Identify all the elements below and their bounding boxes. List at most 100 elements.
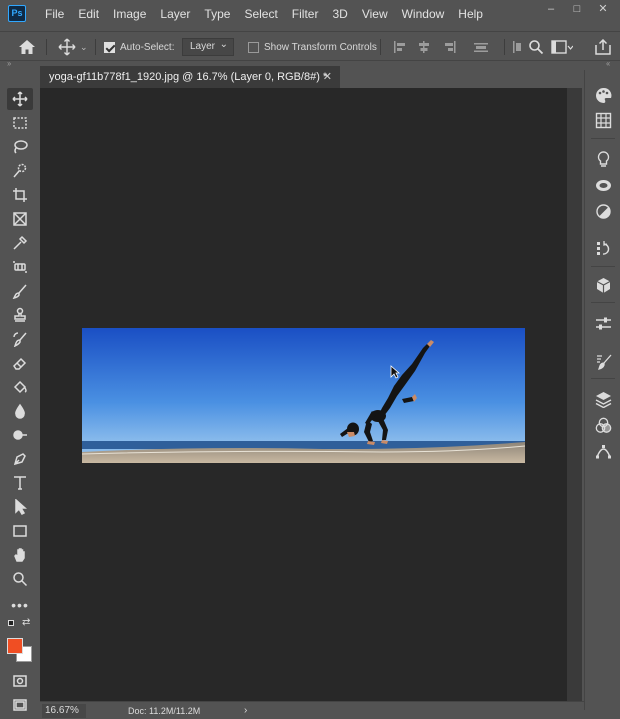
menu-window[interactable]: Window — [395, 0, 452, 28]
history-brush-tool[interactable] — [7, 328, 33, 350]
auto-select-target-dropdown[interactable]: Layer — [182, 32, 235, 62]
minimize-button[interactable]: – — [538, 0, 564, 18]
quick-select-tool[interactable] — [7, 160, 33, 182]
learn-panel-button[interactable] — [592, 148, 614, 170]
menu-help[interactable]: Help — [451, 0, 490, 28]
pen-tool[interactable] — [7, 448, 33, 470]
share-button[interactable] — [594, 32, 612, 62]
screen-mode-button[interactable] — [7, 694, 33, 716]
color-swatches — [7, 636, 33, 664]
paths-panel-icon — [595, 444, 611, 458]
show-transform-controls[interactable]: Show Transform Controls — [248, 32, 377, 62]
zoom-tool-icon — [13, 572, 28, 587]
swatches-panel-button[interactable] — [592, 109, 614, 131]
auto-select-checkbox-box[interactable] — [104, 41, 115, 53]
search-button[interactable] — [528, 32, 544, 62]
lasso-tool[interactable] — [7, 136, 33, 158]
paint-bucket-icon — [13, 380, 27, 394]
tools-panel: ••• ⇄ — [4, 86, 36, 711]
menu-3d[interactable]: 3D — [325, 0, 354, 28]
swap-colors-icon[interactable]: ⇄ — [22, 617, 30, 628]
layers-panel-button[interactable] — [592, 388, 614, 410]
maximize-button[interactable]: □ — [564, 0, 590, 18]
menu-view[interactable]: View — [355, 0, 395, 28]
tool-preset-picker[interactable]: ⌄ — [58, 32, 88, 62]
clone-stamp-tool[interactable] — [7, 304, 33, 326]
more-tools[interactable]: ••• — [7, 594, 33, 616]
vertical-scrollbar[interactable] — [567, 88, 582, 701]
auto-select-checkbox[interactable]: Auto-Select: — [104, 32, 174, 62]
type-tool-icon — [14, 476, 26, 490]
close-window-button[interactable]: ✕ — [590, 0, 616, 18]
frame-tool-icon — [13, 212, 27, 226]
menu-file[interactable]: File — [38, 0, 71, 28]
status-menu-arrow[interactable]: › — [244, 702, 247, 719]
path-selection-tool[interactable] — [7, 496, 33, 518]
menu-type[interactable]: Type — [197, 0, 237, 28]
status-bar: 16.67% Doc: 11.2M/11.2M › — [40, 701, 584, 719]
zoom-tool[interactable] — [7, 568, 33, 590]
channels-panel-icon — [595, 417, 611, 433]
workspace-button[interactable] — [551, 32, 573, 62]
dodge-tool-icon — [13, 430, 27, 440]
crop-tool[interactable] — [7, 184, 33, 206]
blur-tool[interactable] — [7, 400, 33, 422]
paint-bucket-tool[interactable] — [7, 376, 33, 398]
3d-panel-button[interactable] — [592, 274, 614, 296]
frame-tool[interactable] — [7, 208, 33, 230]
canvas-area[interactable] — [40, 88, 567, 701]
foreground-color-swatch[interactable] — [7, 638, 23, 654]
history-panel-button[interactable] — [592, 237, 614, 259]
auto-select-target-value[interactable]: Layer — [182, 37, 235, 56]
libraries-panel-button[interactable] — [592, 174, 614, 196]
document-tab[interactable]: yoga-gf11b778f1_1920.jpg @ 16.7% (Layer … — [40, 66, 340, 88]
adjustments-panel-button[interactable] — [592, 200, 614, 222]
screen-mode-icon — [13, 699, 27, 711]
type-tool[interactable] — [7, 472, 33, 494]
document-size: Doc: 11.2M/11.2M — [128, 706, 201, 716]
workspace-icon — [551, 40, 573, 54]
menu-select[interactable]: Select — [237, 0, 284, 28]
distribute-button[interactable] — [512, 32, 522, 62]
zoom-level-field[interactable]: 16.67% — [42, 704, 86, 718]
channels-panel-button[interactable] — [592, 414, 614, 436]
eraser-tool[interactable] — [7, 352, 33, 374]
collapse-left-icon[interactable]: ›› — [7, 59, 11, 68]
yoga-photo[interactable] — [82, 328, 525, 463]
menu-layer[interactable]: Layer — [153, 0, 197, 28]
more-tools-icon: ••• — [11, 597, 29, 613]
eyedropper-tool[interactable] — [7, 232, 33, 254]
marquee-tool[interactable] — [7, 112, 33, 134]
eraser-tool-icon — [13, 357, 27, 370]
quick-select-tool-icon — [13, 163, 27, 178]
options-bar: ⌄ Auto-Select: Layer Show Transform Cont… — [0, 31, 620, 61]
rectangle-tool[interactable] — [7, 520, 33, 542]
paths-panel-button[interactable] — [592, 440, 614, 462]
close-document-icon[interactable]: ✕ — [323, 66, 332, 88]
home-button[interactable] — [18, 32, 36, 62]
color-panel-button[interactable] — [592, 84, 614, 106]
brushes-panel-button[interactable] — [592, 350, 614, 372]
yoga-photo-art — [82, 328, 525, 463]
dodge-tool[interactable] — [7, 424, 33, 446]
swatches-panel-icon — [595, 112, 611, 128]
move-tool[interactable] — [7, 88, 33, 110]
lasso-tool-icon — [14, 140, 28, 154]
menu-bar: Ps File Edit Image Layer Type Select Fil… — [0, 0, 620, 28]
share-icon — [595, 39, 611, 55]
hand-tool[interactable] — [7, 544, 33, 566]
menu-image[interactable]: Image — [106, 0, 153, 28]
default-colors-icon[interactable] — [8, 620, 14, 626]
photoshop-logo: Ps — [8, 5, 26, 22]
search-icon — [529, 40, 544, 55]
brush-tool[interactable] — [7, 280, 33, 302]
healing-brush-tool[interactable] — [7, 256, 33, 278]
quick-mask-button[interactable] — [7, 670, 33, 692]
menu-filter[interactable]: Filter — [285, 0, 326, 28]
mouse-cursor-icon — [390, 365, 400, 379]
show-transform-controls-checkbox[interactable] — [248, 41, 259, 53]
quick-mask-icon — [13, 675, 27, 687]
collapse-right-icon[interactable]: ‹‹ — [606, 59, 610, 68]
properties-panel-button[interactable] — [592, 312, 614, 334]
menu-edit[interactable]: Edit — [71, 0, 106, 28]
